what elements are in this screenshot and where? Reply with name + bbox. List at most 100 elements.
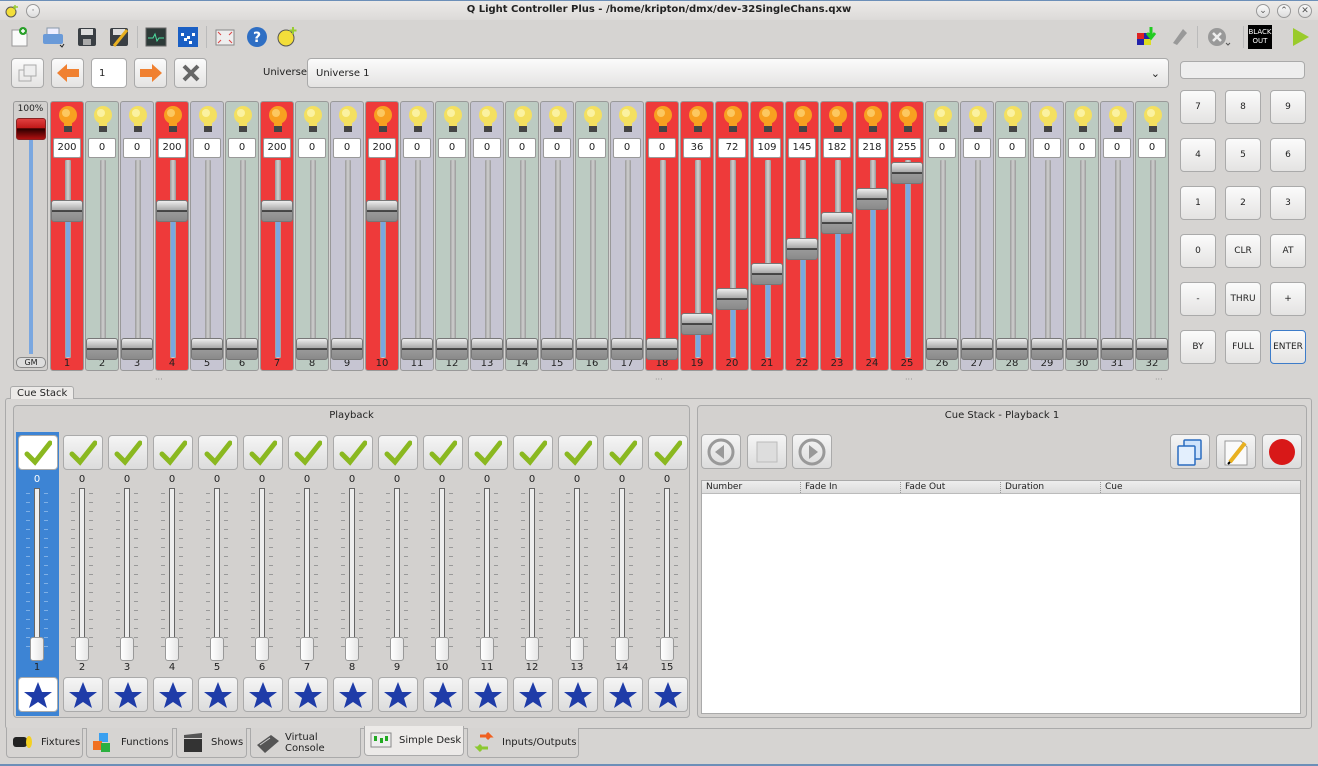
disable-io-button[interactable]	[1166, 24, 1192, 50]
channel-value-input[interactable]: 0	[1103, 138, 1131, 158]
channel-slider-track[interactable]	[450, 160, 456, 358]
channel-slider-track[interactable]	[345, 160, 351, 358]
channel-value-input[interactable]: 0	[123, 138, 151, 158]
column-divider[interactable]	[1100, 482, 1101, 493]
bulb-icon[interactable]	[933, 105, 953, 135]
bulb-icon[interactable]	[443, 105, 463, 135]
channel-value-input[interactable]: 0	[613, 138, 641, 158]
channel-slider-handle[interactable]	[821, 212, 853, 235]
channel-slider-handle[interactable]	[401, 338, 433, 360]
playback-flash-button[interactable]	[63, 677, 103, 712]
keypad-key[interactable]: BY	[1180, 330, 1216, 364]
channel-value-input[interactable]: 200	[53, 138, 81, 158]
channel-slider-track[interactable]	[975, 160, 981, 358]
playback-slider-track[interactable]	[169, 488, 175, 658]
playback-select-button[interactable]	[513, 435, 553, 470]
channel-slider-track[interactable]	[415, 160, 421, 358]
keypad-key[interactable]: +	[1270, 282, 1306, 316]
playback-slider-track[interactable]	[394, 488, 400, 658]
keypad-key[interactable]: 2	[1225, 186, 1261, 220]
channel-slider-handle[interactable]	[471, 338, 503, 360]
tab-cue-stack[interactable]: Cue Stack	[10, 386, 75, 399]
playback-slider-handle[interactable]	[255, 637, 269, 661]
help-button[interactable]: ?	[244, 24, 270, 50]
channel-value-input[interactable]: 182	[823, 138, 851, 158]
channel-slider-track[interactable]	[1080, 160, 1086, 358]
channel-slider-handle[interactable]	[541, 338, 573, 360]
channel-value-input[interactable]: 36	[683, 138, 711, 158]
channel-slider-track[interactable]	[240, 160, 246, 358]
channel-value-input[interactable]: 0	[578, 138, 606, 158]
channel-value-input[interactable]: 0	[1068, 138, 1096, 158]
previous-cue-button[interactable]	[701, 434, 741, 469]
channel-value-input[interactable]: 0	[228, 138, 256, 158]
playback-select-button[interactable]	[288, 435, 328, 470]
playback-flash-button[interactable]	[513, 677, 553, 712]
channel-value-input[interactable]: 0	[403, 138, 431, 158]
channel-slider-handle[interactable]	[611, 338, 643, 360]
channel-slider-handle[interactable]	[331, 338, 363, 360]
playback-select-button[interactable]	[108, 435, 148, 470]
channel-slider-handle[interactable]	[961, 338, 993, 360]
stop-all-functions-button[interactable]	[1206, 24, 1232, 50]
playback-flash-button[interactable]	[108, 677, 148, 712]
dmx-monitor-button[interactable]	[143, 24, 169, 50]
keypad-key[interactable]: 9	[1270, 90, 1306, 124]
channel-slider-handle[interactable]	[926, 338, 958, 360]
channel-slider-track[interactable]	[940, 160, 946, 358]
playback-flash-button[interactable]	[198, 677, 238, 712]
keypad-key[interactable]: 1	[1180, 186, 1216, 220]
playback-slider-track[interactable]	[439, 488, 445, 658]
save-button[interactable]	[74, 24, 100, 50]
open-button[interactable]	[40, 24, 66, 50]
channel-slider-track[interactable]	[625, 160, 631, 358]
channel-slider-handle[interactable]	[1136, 338, 1168, 360]
playback-slider-track[interactable]	[214, 488, 220, 658]
keypad-key[interactable]: AT	[1270, 234, 1306, 268]
channel-slider-track[interactable]	[1150, 160, 1156, 358]
bulb-icon[interactable]	[688, 105, 708, 135]
playback-select-button[interactable]	[603, 435, 643, 470]
splitter-handle[interactable]: ···	[655, 375, 663, 384]
column-divider[interactable]	[800, 482, 801, 493]
bulb-icon[interactable]	[898, 105, 918, 135]
previous-page-button[interactable]	[51, 58, 84, 88]
keypad-key[interactable]: THRU	[1225, 282, 1261, 316]
channel-value-input[interactable]: 0	[88, 138, 116, 158]
stop-cue-button[interactable]	[747, 434, 787, 469]
playback-slider-track[interactable]	[484, 488, 490, 658]
bulb-icon[interactable]	[618, 105, 638, 135]
clone-cue-button[interactable]	[1170, 434, 1210, 469]
channel-slider-handle[interactable]	[1101, 338, 1133, 360]
channel-slider-handle[interactable]	[51, 199, 83, 222]
channel-value-input[interactable]: 0	[193, 138, 221, 158]
playback-slider-handle[interactable]	[120, 637, 134, 661]
cue-list-table[interactable]	[701, 480, 1301, 714]
about-button[interactable]	[274, 24, 300, 50]
playback-slider-track[interactable]	[259, 488, 265, 658]
playback-select-button[interactable]	[243, 435, 283, 470]
playback-flash-button[interactable]	[603, 677, 643, 712]
playback-slider-handle[interactable]	[480, 637, 494, 661]
blackout-button[interactable]: BLACK OUT	[1248, 25, 1272, 49]
channel-slider-handle[interactable]	[436, 338, 468, 360]
splitter-handle[interactable]: ···	[155, 375, 163, 384]
playback-slider-handle[interactable]	[300, 637, 314, 661]
playback-select-button[interactable]	[468, 435, 508, 470]
bulb-icon[interactable]	[653, 105, 673, 135]
channel-slider-track[interactable]	[520, 160, 526, 358]
playback-slider-handle[interactable]	[165, 637, 179, 661]
channel-slider-track[interactable]	[1045, 160, 1051, 358]
gm-slider-handle[interactable]	[16, 118, 46, 140]
universe-select[interactable]: Universe 1 ⌄	[307, 58, 1169, 88]
column-header[interactable]: Duration	[1005, 481, 1044, 494]
playback-slider-handle[interactable]	[435, 637, 449, 661]
channel-value-input[interactable]: 0	[298, 138, 326, 158]
keypad-key[interactable]: 8	[1225, 90, 1261, 124]
playback-slider-track[interactable]	[619, 488, 625, 658]
column-divider[interactable]	[1000, 482, 1001, 493]
channel-slider-handle[interactable]	[191, 338, 223, 360]
channel-slider-handle[interactable]	[1031, 338, 1063, 360]
channel-value-input[interactable]: 109	[753, 138, 781, 158]
bulb-icon[interactable]	[828, 105, 848, 135]
